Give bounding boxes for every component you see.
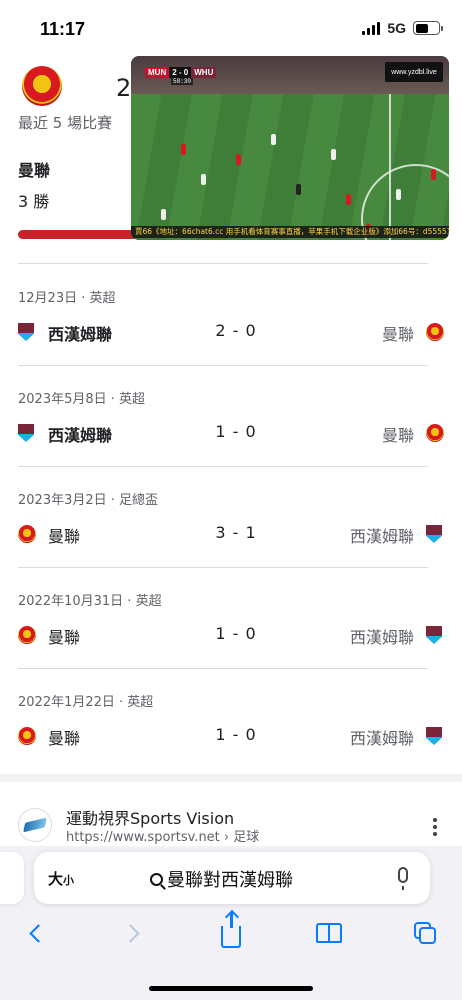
west-ham-crest-icon	[426, 727, 442, 745]
match-score: 1 - 0	[215, 624, 257, 643]
stream-site-logo: www.yzdbl.live	[385, 62, 443, 82]
search-icon	[150, 872, 163, 886]
match-row: 曼聯 3 - 1 西漢姆聯	[18, 523, 444, 547]
sportsv-favicon[interactable]	[18, 808, 52, 842]
home-team-name: 曼聯	[48, 729, 81, 748]
divider	[18, 263, 428, 264]
west-ham-crest-icon	[426, 525, 442, 543]
home-team-name: 曼聯	[48, 527, 81, 546]
section-separator	[0, 774, 462, 782]
more-options-icon[interactable]	[430, 818, 440, 836]
west-ham-crest-icon	[18, 323, 34, 341]
match-item[interactable]: 2022年10月31日 · 英超曼聯 1 - 0 西漢姆聯	[0, 568, 462, 668]
signal-icon	[362, 21, 381, 35]
home-team-name: 西漢姆聯	[48, 426, 113, 445]
match-meta: 2023年5月8日 · 英超	[18, 392, 146, 407]
back-button[interactable]	[20, 918, 50, 948]
match-row: 曼聯 1 - 0 西漢姆聯	[18, 624, 444, 648]
battery-icon	[413, 21, 443, 35]
match-meta: 2023年3月2日 · 足總盃	[18, 493, 159, 508]
match-meta: 2022年1月22日 · 英超	[18, 695, 154, 710]
match-row: 西漢姆聯 2 - 0 曼聯	[18, 321, 444, 345]
header-number: 2	[116, 74, 132, 102]
book-icon	[316, 923, 342, 943]
match-score: 1 - 0	[215, 422, 257, 441]
match-score: 3 - 1	[215, 523, 257, 542]
summary-team-name: 曼聯	[18, 161, 51, 180]
west-ham-crest-icon	[426, 626, 442, 644]
match-score: 2 - 0	[215, 321, 257, 340]
match-row: 曼聯 1 - 0 西漢姆聯	[18, 725, 444, 749]
text-size-button[interactable]: 大小	[48, 868, 74, 889]
network-label: 5G	[387, 20, 406, 36]
match-meta: 2022年10月31日 · 英超	[18, 594, 162, 609]
home-team-name: 曼聯	[48, 628, 81, 647]
address-bar[interactable]: 大小 曼聯對西漢姆聯	[34, 852, 430, 904]
match-item[interactable]: 2023年3月2日 · 足總盃曼聯 3 - 1 西漢姆聯	[0, 467, 462, 567]
man-utd-logo	[22, 66, 62, 106]
match-meta: 12月23日 · 英超	[18, 291, 116, 306]
recent-matches-label: 最近 5 場比賽	[18, 114, 113, 132]
match-item[interactable]: 2023年5月8日 · 英超西漢姆聯 1 - 0 曼聯	[0, 366, 462, 466]
match-item[interactable]: 12月23日 · 英超西漢姆聯 2 - 0 曼聯	[0, 265, 462, 365]
away-team-name: 曼聯	[381, 426, 414, 445]
forward-button[interactable]	[118, 918, 148, 948]
result-url: https://www.sportsv.net › 足球	[66, 830, 260, 845]
browser-toolbar: 大小 曼聯對西漢姆聯	[0, 846, 462, 1000]
man-utd-crest-icon	[426, 323, 444, 341]
chevron-right-icon	[120, 923, 140, 943]
tabs-button[interactable]	[410, 918, 440, 948]
search-query[interactable]: 曼聯對西漢姆聯	[150, 866, 293, 892]
away-team-name: 西漢姆聯	[349, 628, 414, 647]
pip-video-player[interactable]: MUN 2 - 0 WHU 58:30 www.yzdbl.live 賈66《地…	[131, 56, 449, 240]
scorebug-home: MUN	[145, 66, 170, 78]
scorebug-clock: 58:30	[171, 78, 194, 85]
share-button[interactable]	[216, 912, 246, 948]
west-ham-crest-icon	[18, 424, 34, 442]
microphone-icon[interactable]	[398, 867, 408, 890]
match-item[interactable]: 2022年1月22日 · 英超曼聯 1 - 0 西漢姆聯	[0, 669, 462, 769]
search-query-text: 曼聯對西漢姆聯	[167, 870, 293, 891]
home-indicator	[149, 986, 313, 991]
home-team-name: 西漢姆聯	[48, 325, 113, 344]
chevron-left-icon	[28, 923, 48, 943]
away-team-name: 西漢姆聯	[349, 527, 414, 546]
tabs-icon	[414, 922, 436, 944]
man-utd-crest-icon	[18, 626, 36, 644]
status-icons: 5G	[362, 20, 443, 36]
scorebug-score: 2 - 0	[169, 66, 192, 78]
away-team-name: 曼聯	[381, 325, 414, 344]
scorebug: MUN 2 - 0 WHU	[145, 65, 217, 79]
previous-tab-pill[interactable]	[0, 852, 24, 904]
video-ticker: 賈66《地址：66chat6.cc 用手机看体育赛事直播，苹果手机下载企业版》添…	[131, 226, 449, 238]
man-utd-crest-icon	[18, 727, 36, 745]
share-icon	[221, 912, 241, 948]
match-row: 西漢姆聯 1 - 0 曼聯	[18, 422, 444, 446]
bookmarks-button[interactable]	[314, 918, 344, 948]
summary-wins: 3 勝	[18, 192, 50, 211]
scorebug-away: WHU	[191, 66, 217, 78]
away-team-name: 西漢姆聯	[349, 729, 414, 748]
man-utd-crest-icon	[426, 424, 444, 442]
match-score: 1 - 0	[215, 725, 257, 744]
pitch	[131, 94, 449, 240]
man-utd-crest-icon	[18, 525, 36, 543]
status-time: 11:17	[40, 19, 86, 39]
status-bar: 11:17 5G	[0, 0, 462, 56]
